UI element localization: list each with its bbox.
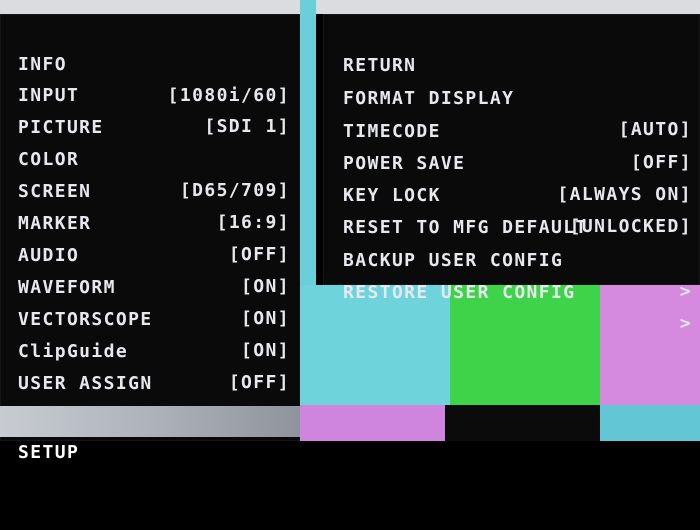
menu-item-waveform[interactable]: WAVEFORM [ON] [0, 241, 300, 329]
color-bar-bottom-cyan [600, 405, 700, 441]
submenu-item-format-display[interactable]: FORMAT DISPLAY [AUTO] [323, 52, 700, 140]
chevron-right-icon: > [679, 281, 692, 302]
submenu-item-key-lock[interactable]: KEY LOCK [UNLOCKED] [323, 149, 700, 237]
color-bar-bottom-magenta [300, 405, 445, 441]
menu-item-info[interactable]: INFO [1080i/60] [0, 18, 300, 106]
submenu-item-backup-user-config[interactable]: BACKUP USER CONFIG > [323, 214, 700, 302]
setup-submenu: RETURN FORMAT DISPLAY [AUTO] TIMECODE [O… [323, 14, 700, 334]
main-menu: INFO [1080i/60] INPUT [SDI 1] PICTURE CO… [0, 14, 300, 463]
submenu-item-reset-to-mfg-default[interactable]: RESET TO MFG DEFAULT [323, 181, 700, 238]
menu-item-picture[interactable]: PICTURE [0, 81, 300, 138]
submenu-item-timecode[interactable]: TIMECODE [OFF] [323, 85, 700, 173]
submenu-item-return[interactable]: RETURN [323, 19, 700, 76]
menu-item-audio[interactable]: AUDIO [ON] [0, 209, 300, 297]
menu-item-color[interactable]: COLOR [D65/709] [0, 113, 300, 201]
menu-item-input[interactable]: INPUT [SDI 1] [0, 49, 300, 137]
submenu-item-power-save[interactable]: POWER SAVE [ALWAYS ON] [323, 117, 700, 205]
submenu-item-label: RESTORE USER CONFIG [343, 282, 576, 303]
menu-item-user-assign[interactable]: USER ASSIGN [0, 337, 300, 394]
chevron-right-icon: > [679, 313, 692, 334]
color-bar-white [0, 0, 700, 14]
menu-item-setup[interactable]: SETUP [0, 406, 300, 463]
menu-item-label: SETUP [18, 442, 80, 463]
menu-item-clipguide[interactable]: ClipGuide [OFF] [0, 305, 300, 393]
menu-item-vectorscope[interactable]: VECTORSCOPE [ON] [0, 273, 300, 361]
submenu-item-restore-user-config[interactable]: RESTORE USER CONFIG > [323, 246, 700, 334]
menu-item-marker[interactable]: MARKER [OFF] [0, 177, 300, 265]
menu-item-screen[interactable]: SCREEN [16:9] [0, 145, 300, 233]
color-bar-bottom-black [445, 405, 600, 441]
menu-item-remote[interactable]: REMOTE [0, 369, 300, 426]
